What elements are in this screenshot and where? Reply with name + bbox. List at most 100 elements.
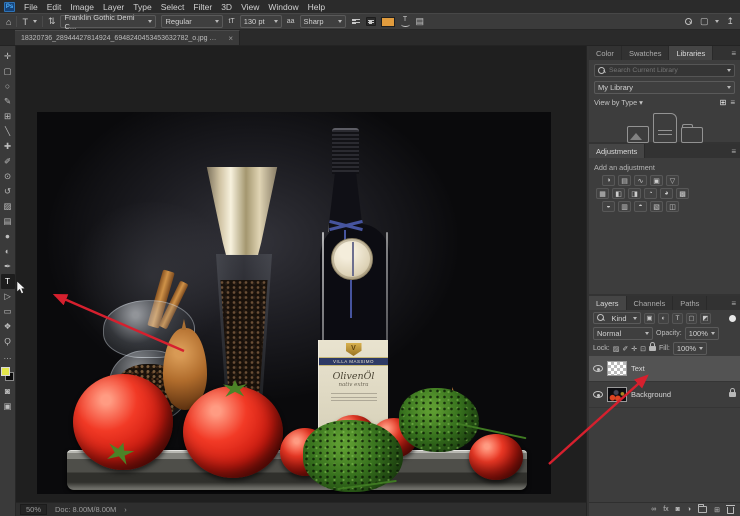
tab-libraries[interactable]: Libraries [669, 46, 713, 60]
tab-channels[interactable]: Channels [627, 296, 674, 310]
menu-type[interactable]: Type [133, 2, 151, 12]
edit-toolbar-button[interactable]: … [1, 349, 15, 364]
tool-history-brush[interactable]: ↺ [1, 184, 15, 199]
link-layers-icon[interactable]: ∞ [651, 506, 656, 513]
background-layer-thumbnail[interactable] [607, 387, 627, 402]
type-tool-preset-icon[interactable]: T [22, 17, 28, 27]
adj-channel-mixer-icon[interactable]: ◕ [660, 188, 673, 199]
font-size-select[interactable]: 130 pt [240, 15, 282, 28]
menu-layer[interactable]: Layer [103, 2, 124, 12]
layer-name[interactable]: Background [631, 390, 671, 399]
font-style-select[interactable]: Regular [161, 15, 223, 28]
layer-name[interactable]: Text [631, 364, 645, 373]
lock-artboard-icon[interactable]: ⊡ [640, 345, 646, 353]
adj-brightness-contrast-icon[interactable]: ◑ [602, 175, 615, 186]
adj-vibrance-icon[interactable]: ▽ [666, 175, 679, 186]
view-by-type-label[interactable]: View by Type ▾ [594, 98, 643, 107]
text-color-swatch[interactable] [381, 17, 395, 27]
anti-alias-select[interactable]: Sharp [300, 15, 346, 28]
zoom-level-field[interactable]: 50% [20, 504, 47, 515]
tab-layers[interactable]: Layers [589, 296, 627, 310]
tool-spot-healing-brush[interactable]: ✚ [1, 139, 15, 154]
adjustments-title[interactable]: Adjustments [589, 144, 645, 158]
tool-crop[interactable]: ⊞ [1, 109, 15, 124]
tool-move[interactable]: ✛ [1, 49, 15, 64]
lock-position-icon[interactable]: ✛ [631, 345, 637, 353]
adj-color-lookup-icon[interactable]: ▩ [676, 188, 689, 199]
tool-type[interactable]: T [1, 274, 15, 289]
tab-swatches[interactable]: Swatches [622, 46, 670, 60]
filter-toggle[interactable] [729, 315, 736, 322]
warp-text-icon[interactable]: T [400, 16, 411, 27]
tool-lasso[interactable]: ○ [1, 79, 15, 94]
lock-all-icon[interactable] [649, 346, 656, 351]
tool-gradient[interactable]: ▤ [1, 214, 15, 229]
tool-pen[interactable]: ✒ [1, 259, 15, 274]
adj-posterize-icon[interactable]: ▥ [618, 201, 631, 212]
photoshop-logo-icon[interactable]: Ps [4, 2, 15, 12]
fill-select[interactable]: 100% [673, 342, 707, 355]
grid-view-icon[interactable]: ⊞ [720, 98, 727, 107]
tool-brush[interactable]: ✐ [1, 154, 15, 169]
layer-filter-select[interactable]: Kind [593, 312, 641, 324]
delete-layer-icon[interactable] [727, 507, 734, 514]
color-swatches[interactable] [1, 367, 14, 381]
menu-select[interactable]: Select [161, 2, 185, 12]
menu-file[interactable]: File [24, 2, 38, 12]
chevron-down-icon[interactable] [715, 20, 719, 23]
document-tab[interactable]: 18320736_28944427814924_6948240453453632… [15, 30, 240, 45]
library-select[interactable]: My Library [594, 81, 735, 94]
chevron-down-icon[interactable] [33, 20, 37, 23]
visibility-eye-icon[interactable] [593, 365, 603, 372]
screen-mode-button[interactable]: ▣ [1, 399, 15, 414]
menu-view[interactable]: View [241, 2, 259, 12]
menu-3d[interactable]: 3D [221, 2, 232, 12]
layer-mask-icon[interactable]: ◙ [676, 506, 680, 513]
blend-mode-select[interactable]: Normal [593, 327, 653, 340]
tool-quick-selection[interactable]: ✎ [1, 94, 15, 109]
foreground-color-swatch[interactable] [1, 367, 10, 376]
character-panel-icon[interactable]: ▤ [416, 16, 425, 27]
adj-curves-icon[interactable]: ∿ [634, 175, 647, 186]
lock-pixels-icon[interactable]: ✐ [622, 345, 628, 353]
adj-exposure-icon[interactable]: ▣ [650, 175, 663, 186]
tool-path-selection[interactable]: ▷ [1, 289, 15, 304]
filter-type-layers-icon[interactable]: T [672, 313, 683, 324]
menu-filter[interactable]: Filter [193, 2, 212, 12]
tool-dodge[interactable]: ◐ [1, 244, 15, 259]
home-icon[interactable]: ⌂ [6, 17, 11, 27]
tab-paths[interactable]: Paths [673, 296, 707, 310]
adj-gradient-map-icon[interactable]: ▧ [650, 201, 663, 212]
panel-menu-icon[interactable]: ≡ [731, 296, 740, 310]
adj-threshold-icon[interactable]: ◓ [634, 201, 647, 212]
panel-menu-icon[interactable]: ≡ [731, 46, 740, 60]
new-adjustment-layer-icon[interactable]: ◑ [687, 506, 691, 513]
adj-hue-saturation-icon[interactable]: ▦ [596, 188, 609, 199]
menu-image[interactable]: Image [70, 2, 94, 12]
library-search[interactable] [594, 64, 735, 77]
layer-style-fx-icon[interactable]: fx [663, 506, 668, 513]
tool-hand[interactable]: ❖ [1, 319, 15, 334]
quick-mask-button[interactable]: ◙ [1, 384, 15, 399]
adj-levels-icon[interactable]: ▤ [618, 175, 631, 186]
tool-clone-stamp[interactable]: ⊙ [1, 169, 15, 184]
search-icon[interactable] [685, 18, 693, 26]
new-layer-icon[interactable]: ⊞ [714, 506, 720, 514]
opacity-select[interactable]: 100% [685, 327, 719, 340]
tool-eraser[interactable]: ▨ [1, 199, 15, 214]
visibility-eye-icon[interactable] [593, 391, 603, 398]
adj-black-white-icon[interactable]: ◨ [628, 188, 641, 199]
adj-photo-filter-icon[interactable]: ◔ [644, 188, 657, 199]
tool-zoom[interactable]: Ϙ [1, 334, 15, 349]
font-family-select[interactable]: Franklin Gothic Demi C... [60, 15, 156, 28]
filter-adjustment-layers-icon[interactable]: ◐ [658, 313, 669, 324]
new-group-icon[interactable] [698, 506, 707, 513]
lock-transparent-icon[interactable]: ▨ [613, 345, 620, 353]
filter-pixel-layers-icon[interactable]: ▣ [644, 313, 655, 324]
library-search-input[interactable] [609, 67, 724, 74]
menu-edit[interactable]: Edit [47, 2, 62, 12]
align-left-button[interactable] [351, 17, 361, 26]
status-chevron-icon[interactable]: › [124, 505, 127, 514]
canvas-area[interactable]: V VILLA MASSIMO OlivenÖl nativ extra [16, 46, 586, 516]
panel-menu-icon[interactable]: ≡ [731, 144, 740, 158]
